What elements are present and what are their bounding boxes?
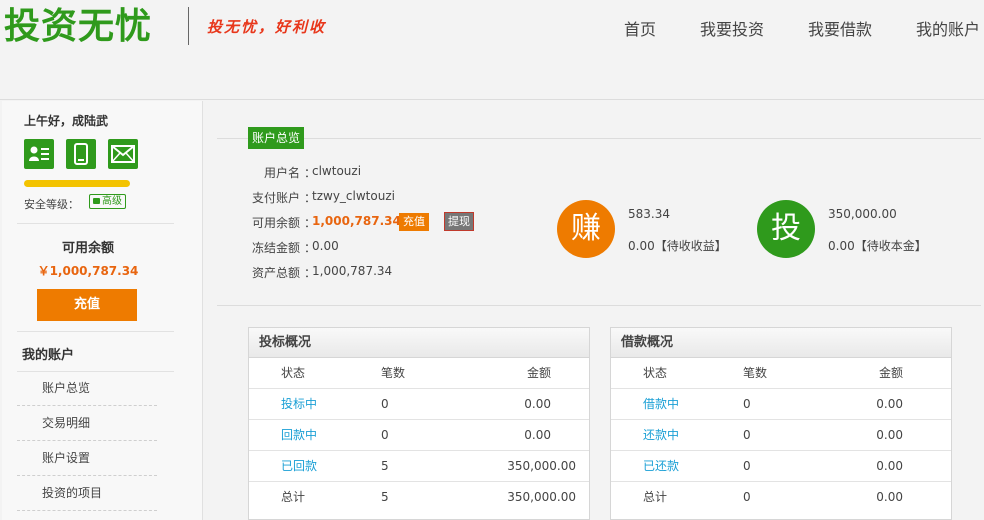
nav-my-account[interactable]: 我的账户 (916, 16, 980, 40)
overview-divider (217, 138, 981, 139)
sidebar: 上午好，成陆武 安全等级： 高级 可用余额 ￥1,000,787.34 充值 我… (2, 101, 203, 520)
mail-icon[interactable] (108, 139, 138, 169)
site-logo[interactable]: 投资无忧 (4, 4, 152, 48)
sidebar-item-settings[interactable]: 账户设置 (17, 441, 157, 476)
column-header: 笔数 (381, 366, 406, 380)
amount-cell: 0.00 (876, 397, 903, 411)
status-link[interactable]: 借款中 (643, 389, 679, 419)
field-label: 可用余额 (251, 216, 300, 230)
table-header-row: 状态 笔数 金额 (611, 358, 951, 389)
earn-circle-icon: 赚 (557, 200, 615, 258)
count-cell: 5 (381, 490, 389, 504)
recharge-small-button[interactable]: 充值 (399, 213, 429, 231)
frozen-amount-value: 0.00 (312, 239, 339, 253)
sidebar-item-invested-projects[interactable]: 投资的项目 (17, 476, 157, 511)
table-row: 已还款 0 0.00 (611, 451, 951, 482)
amount-cell: 0.00 (876, 459, 903, 473)
lock-icon (93, 198, 100, 204)
my-account-heading: 我的账户 (22, 348, 75, 363)
count-cell: 5 (381, 459, 389, 473)
sidebar-divider (17, 331, 174, 332)
field-label: 支付账户 (251, 191, 300, 205)
sidebar-item-transactions[interactable]: 交易明细 (17, 406, 157, 441)
nav-home[interactable]: 首页 (624, 16, 656, 40)
column-header: 笔数 (743, 366, 768, 380)
panel-title: 投标概况 (249, 328, 589, 358)
amount-cell: 0.00 (876, 428, 903, 442)
nav-borrow[interactable]: 我要借款 (808, 16, 872, 40)
payment-account-value: tzwy_clwtouzi (312, 189, 395, 203)
withdraw-button[interactable]: 提现 (444, 212, 474, 231)
panel-title: 借款概况 (611, 328, 951, 358)
amount-cell: 0.00 (876, 490, 903, 504)
greeting: 上午好，成陆武 (24, 114, 109, 128)
mobile-phone-icon[interactable] (66, 139, 96, 169)
sidebar-item-overview[interactable]: 账户总览 (17, 371, 157, 406)
table-total-row: 总计 5 350,000.00 (249, 482, 589, 513)
security-level-bar (24, 180, 130, 187)
total-label: 总计 (643, 490, 668, 504)
column-header: 金额 (526, 366, 551, 380)
table-row: 回款中 0 0.00 (249, 420, 589, 451)
available-balance-label: 可用余额 (61, 241, 114, 256)
sidebar-divider (17, 223, 174, 224)
status-link[interactable]: 投标中 (281, 389, 317, 419)
field-label: 冻结金额 (251, 241, 300, 255)
count-cell: 0 (743, 490, 751, 504)
field-label: 用户名 (263, 166, 300, 180)
main-content: 账户总览 用户名 ： clwtouzi 支付账户 ： tzwy_clwtouzi… (203, 101, 984, 520)
earned-amount: 583.34 (628, 207, 670, 221)
contact-card-icon[interactable] (24, 139, 54, 169)
recharge-button[interactable]: 充值 (37, 289, 137, 321)
count-cell: 0 (743, 459, 751, 473)
count-cell: 0 (743, 428, 751, 442)
overview-tag: 账户总览 (248, 127, 305, 149)
table-row: 还款中 0 0.00 (611, 420, 951, 451)
table-header-row: 状态 笔数 金额 (249, 358, 589, 389)
count-cell: 0 (381, 428, 389, 442)
count-cell: 0 (381, 397, 389, 411)
site-slogan: 投无忧，好利收 (207, 18, 327, 36)
username-value: clwtouzi (312, 164, 362, 178)
status-link[interactable]: 已还款 (643, 451, 679, 481)
column-header: 状态 (281, 366, 306, 380)
amount-cell: 350,000.00 (507, 490, 576, 504)
amount-cell: 350,000.00 (507, 459, 576, 473)
security-label: 安全等级： (24, 198, 79, 211)
column-header: 金额 (878, 366, 903, 380)
status-link[interactable]: 还款中 (643, 420, 679, 450)
status-link[interactable]: 已回款 (281, 451, 317, 481)
loan-overview-panel: 借款概况 状态 笔数 金额 借款中 0 0.00 还款中 0 0.00 已还款 … (610, 327, 952, 520)
column-header: 状态 (643, 366, 668, 380)
pending-earnings: 0.00【待收收益】 (628, 239, 727, 253)
field-label: 资产总额 (251, 266, 300, 280)
invest-circle-icon: 投 (757, 200, 815, 258)
available-balance-value: ￥1,000,787.34 (37, 264, 139, 278)
security-level-badge: 高级 (89, 194, 126, 209)
section-divider (217, 305, 981, 306)
available-balance-value: 1,000,787.34 (312, 214, 401, 228)
site-header: 投资无忧 投无忧，好利收 首页 我要投资 我要借款 我的账户 (0, 0, 984, 100)
count-cell: 0 (743, 397, 751, 411)
table-row: 投标中 0 0.00 (249, 389, 589, 420)
amount-cell: 0.00 (524, 397, 551, 411)
total-label: 总计 (281, 490, 306, 504)
pending-principal: 0.00【待收本金】 (828, 239, 927, 253)
nav-invest[interactable]: 我要投资 (700, 16, 764, 40)
bid-overview-panel: 投标概况 状态 笔数 金额 投标中 0 0.00 回款中 0 0.00 已回款 … (248, 327, 590, 520)
table-total-row: 总计 0 0.00 (611, 482, 951, 513)
total-assets-value: 1,000,787.34 (312, 264, 393, 278)
table-row: 已回款 5 350,000.00 (249, 451, 589, 482)
logo-divider (188, 7, 189, 45)
security-level-value: 高级 (102, 196, 122, 207)
status-link[interactable]: 回款中 (281, 420, 317, 450)
invested-amount: 350,000.00 (828, 207, 897, 221)
table-row: 借款中 0 0.00 (611, 389, 951, 420)
amount-cell: 0.00 (524, 428, 551, 442)
